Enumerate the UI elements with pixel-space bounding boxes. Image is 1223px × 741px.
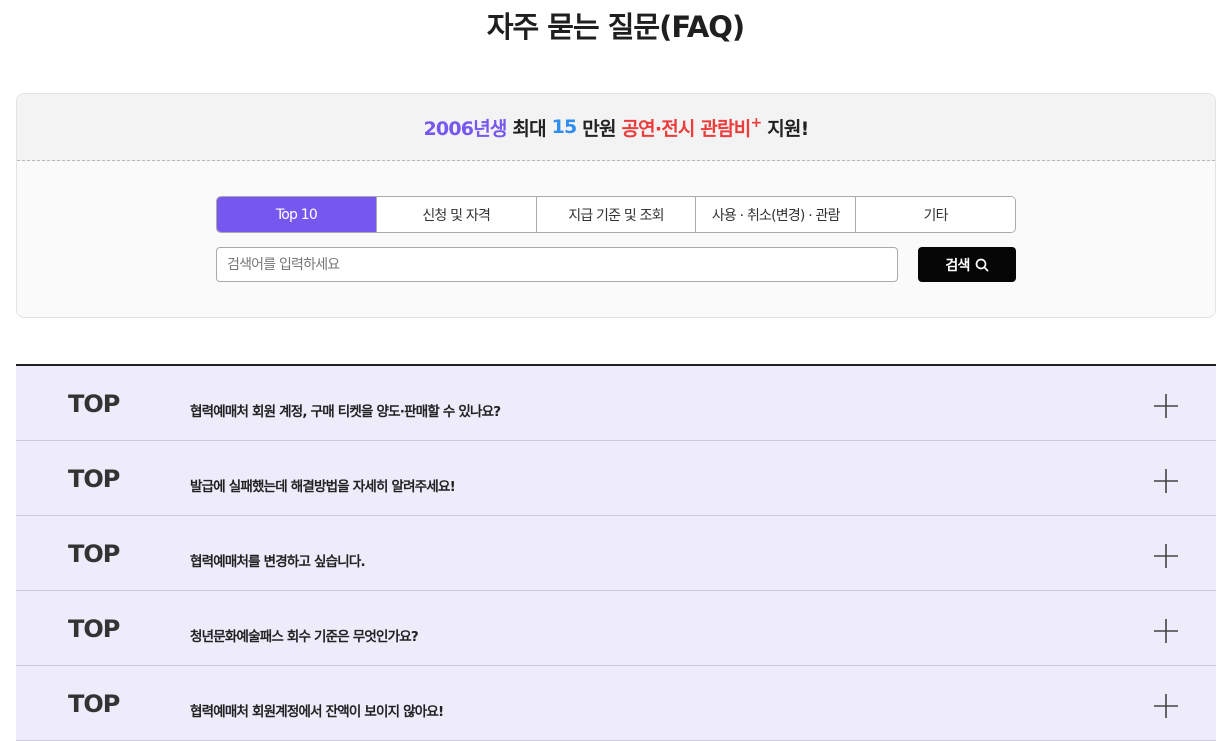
faq-top-tag: TOP (68, 465, 120, 493)
plus-icon[interactable] (1152, 692, 1180, 720)
search-icon (975, 258, 989, 272)
faq-item[interactable]: TOP 청년문화예술패스 회수 기준은 무엇인가요? (16, 591, 1216, 666)
tab-usage-cancel[interactable]: 사용 · 취소(변경) · 관람 (696, 197, 857, 232)
plus-icon[interactable] (1152, 467, 1180, 495)
page-title: 자주 묻는 질문(FAQ) (486, 10, 745, 44)
faq-item[interactable]: TOP 발급에 실패했는데 해결방법을 자세히 알려주세요! (16, 441, 1216, 516)
faq-item[interactable]: TOP 협력예매처 회원 계정, 구매 티켓을 양도·판매할 수 있나요? (16, 366, 1216, 441)
faq-item[interactable]: TOP 협력예매처를 변경하고 싶습니다. (16, 516, 1216, 591)
banner-max-text: 최대 (512, 117, 546, 140)
faq-top-tag: TOP (68, 540, 120, 568)
faq-category-tabs: Top 10 신청 및 자격 지급 기준 및 조회 사용 · 취소(변경) · … (216, 196, 1016, 233)
tab-top10[interactable]: Top 10 (217, 197, 377, 232)
banner-year: 2006년생 (423, 117, 508, 140)
banner-support-text: 지원! (767, 117, 809, 140)
tab-etc[interactable]: 기타 (856, 197, 1015, 232)
faq-question: 협력예매처 회원 계정, 구매 티켓을 양도·판매할 수 있나요? (190, 404, 501, 420)
faq-top-tag: TOP (68, 690, 120, 718)
faq-top-tag: TOP (68, 615, 120, 643)
banner-amount: 15 (551, 116, 578, 138)
plus-icon[interactable] (1152, 617, 1180, 645)
banner-category: 공연·전시 관람비 (621, 117, 751, 140)
faq-list: TOP 협력예매처 회원 계정, 구매 티켓을 양도·판매할 수 있나요? TO… (16, 364, 1216, 741)
faq-question: 협력예매처 회원계정에서 잔액이 보이지 않아요! (190, 704, 444, 720)
banner-unit: 만원 (582, 117, 616, 140)
faq-filter-panel: 2006년생 최대 15 만원 공연·전시 관람비 + 지원! Top 10 신… (16, 93, 1216, 318)
plus-icon[interactable] (1152, 542, 1180, 570)
faq-question: 발급에 실패했는데 해결방법을 자세히 알려주세요! (190, 479, 456, 495)
search-button[interactable]: 검색 (918, 247, 1016, 282)
search-input[interactable] (216, 247, 898, 282)
faq-question: 협력예매처를 변경하고 싶습니다. (190, 554, 366, 570)
faq-top-tag: TOP (68, 390, 120, 418)
faq-question: 청년문화예술패스 회수 기준은 무엇인가요? (190, 629, 419, 645)
search-button-label: 검색 (945, 257, 970, 274)
plus-icon[interactable] (1152, 392, 1180, 420)
faq-item[interactable]: TOP 협력예매처 회원계정에서 잔액이 보이지 않아요! (16, 666, 1216, 741)
tab-application-eligibility[interactable]: 신청 및 자격 (376, 197, 537, 232)
tab-payment-criteria[interactable]: 지급 기준 및 조회 (536, 197, 697, 232)
banner-plus-mark: + (750, 115, 762, 131)
promo-banner: 2006년생 최대 15 만원 공연·전시 관람비 + 지원! (17, 94, 1215, 161)
